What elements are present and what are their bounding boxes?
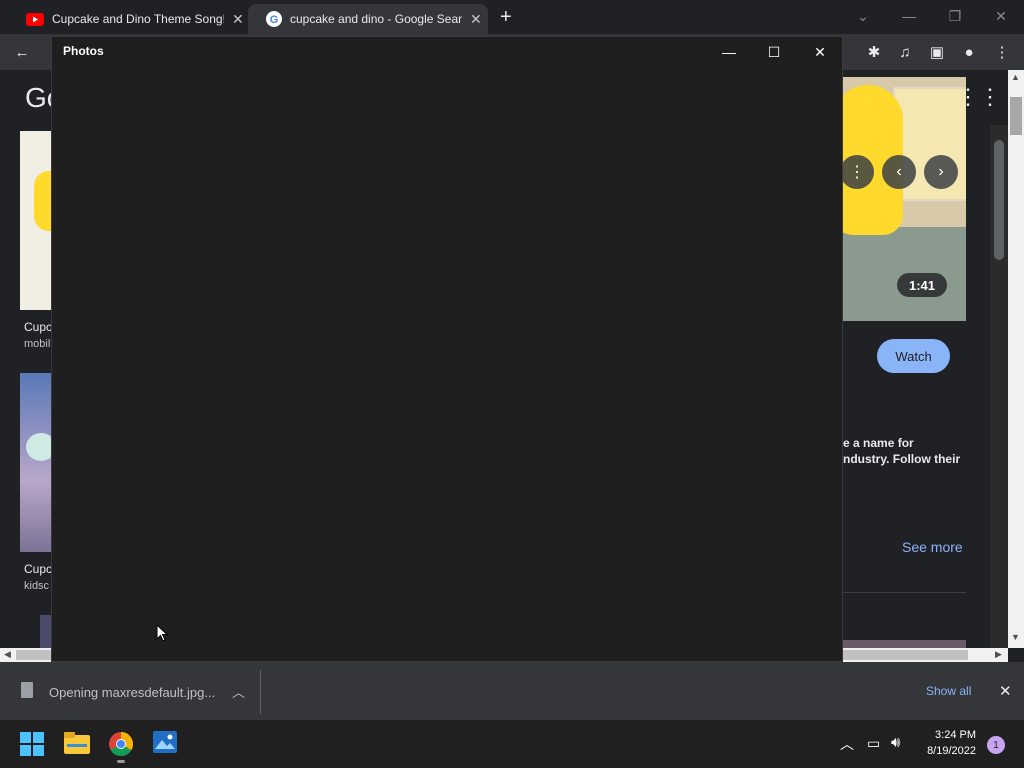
photos-taskbar-icon[interactable] bbox=[153, 731, 177, 758]
tab-search-chevron-icon[interactable]: ⌄ bbox=[840, 0, 886, 32]
photos-window bbox=[51, 36, 843, 662]
carousel-prev-icon[interactable]: ‹ bbox=[882, 155, 916, 189]
download-bar-close-icon[interactable]: ✕ bbox=[999, 682, 1012, 700]
divider bbox=[260, 670, 261, 714]
chrome-minimize-button[interactable]: — bbox=[886, 0, 932, 32]
svg-text:G: G bbox=[270, 14, 279, 26]
see-more-link[interactable]: See more bbox=[902, 539, 963, 555]
scroll-down-icon[interactable]: ▼ bbox=[1011, 632, 1020, 642]
result-title[interactable]: Cupc bbox=[24, 562, 52, 576]
photos-minimize-button[interactable]: — bbox=[706, 36, 752, 68]
show-all-button[interactable]: Show all bbox=[926, 684, 971, 698]
chrome-restore-button[interactable]: ❐ bbox=[932, 0, 978, 32]
menu-kebab-icon[interactable]: ⋮ bbox=[987, 34, 1017, 70]
clock-time[interactable]: 3:24 PM bbox=[918, 729, 976, 741]
description-line: e a name for bbox=[843, 436, 914, 450]
carousel-next-icon[interactable]: › bbox=[924, 155, 958, 189]
file-icon bbox=[21, 682, 33, 698]
chevron-up-icon[interactable]: ︿ bbox=[232, 682, 245, 701]
clock-date[interactable]: 8/19/2022 bbox=[914, 745, 976, 757]
tab-close-icon[interactable]: ✕ bbox=[232, 11, 244, 28]
description-line: ndustry. Follow their bbox=[843, 452, 961, 466]
extensions-icon[interactable]: ✱ bbox=[859, 34, 889, 70]
watch-button[interactable]: Watch bbox=[877, 339, 950, 373]
media-control-icon[interactable]: ♫ bbox=[890, 34, 920, 70]
youtube-icon bbox=[26, 12, 44, 26]
result-source: mobil bbox=[24, 338, 51, 350]
result-title[interactable]: Cupc bbox=[24, 320, 52, 334]
more-options-icon[interactable]: ⋮ bbox=[840, 155, 874, 189]
divider bbox=[843, 592, 966, 593]
tab-google-search[interactable]: G cupcake and dino - Google Search ✕ bbox=[248, 4, 488, 34]
scroll-right-icon[interactable]: ▶ bbox=[995, 649, 1002, 660]
chrome-taskbar-icon[interactable] bbox=[109, 732, 134, 761]
new-tab-button[interactable]: + bbox=[500, 6, 512, 29]
video-duration: 1:41 bbox=[897, 273, 947, 297]
mouse-cursor-icon bbox=[156, 623, 169, 647]
photos-window-title: Photos bbox=[63, 44, 104, 58]
photos-close-button[interactable]: ✕ bbox=[797, 36, 843, 68]
side-panel-icon[interactable]: ▣ bbox=[922, 34, 952, 70]
profile-icon[interactable]: ● bbox=[954, 34, 984, 70]
google-icon: G bbox=[266, 11, 282, 27]
panel-scrollbar-thumb[interactable] bbox=[994, 140, 1004, 260]
scroll-up-icon[interactable]: ▲ bbox=[1011, 72, 1020, 82]
tab-title: cupcake and dino - Google Search bbox=[290, 12, 462, 26]
chevron-up-icon[interactable]: ︿ bbox=[840, 734, 854, 754]
result-thumbnail[interactable] bbox=[843, 640, 966, 648]
file-explorer-icon[interactable] bbox=[64, 732, 90, 759]
scroll-left-icon[interactable]: ◀ bbox=[4, 649, 11, 660]
notification-badge[interactable]: 1 bbox=[987, 736, 1005, 754]
volume-icon[interactable]: 🔊︎ bbox=[891, 734, 900, 751]
tab-close-icon[interactable]: ✕ bbox=[470, 11, 482, 28]
chrome-close-button[interactable]: ✕ bbox=[978, 0, 1024, 32]
vertical-scrollbar-thumb[interactable] bbox=[1010, 97, 1022, 135]
tab-youtube[interactable]: Cupcake and Dino Theme Song! | D ✕ bbox=[8, 4, 248, 34]
result-source: kidsc bbox=[24, 580, 50, 592]
download-item-text[interactable]: Opening maxresdefault.jpg... bbox=[49, 685, 215, 700]
windows-start-icon[interactable] bbox=[20, 732, 44, 761]
description-text: e a name for ndustry. Follow their bbox=[843, 435, 993, 467]
vertical-scrollbar[interactable] bbox=[1008, 70, 1024, 648]
network-icon[interactable]: ▭ bbox=[867, 735, 880, 752]
running-indicator bbox=[117, 760, 125, 763]
photos-maximize-button[interactable]: ☐ bbox=[751, 36, 797, 68]
back-arrow-icon[interactable]: ← bbox=[7, 34, 37, 70]
tab-title: Cupcake and Dino Theme Song! | D bbox=[52, 12, 224, 26]
